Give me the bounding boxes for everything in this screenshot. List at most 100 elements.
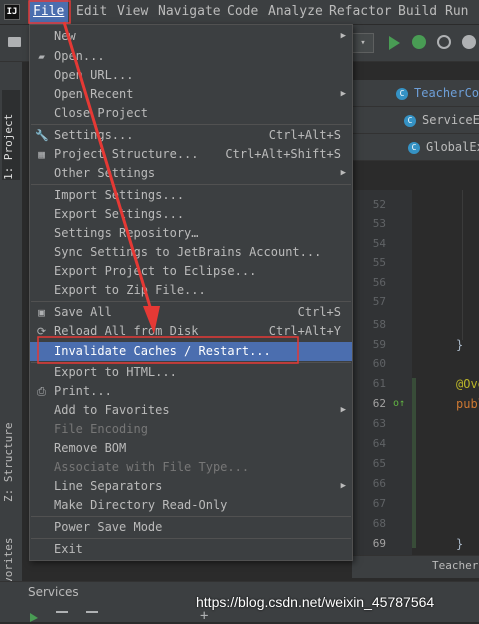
- class-icon: C: [404, 114, 416, 127]
- menu-bar: IJ File Edit View Navigate Code Analyze …: [0, 0, 479, 25]
- line-number: 54: [372, 237, 386, 250]
- menu-item-add-to-favorites[interactable]: Add to Favorites ▶: [30, 401, 352, 420]
- watermark-text: https://blog.csdn.net/weixin_45787564: [196, 594, 435, 610]
- tab-project[interactable]: 1: Project: [2, 90, 20, 180]
- line-number: 66: [372, 477, 386, 490]
- class-icon: C: [408, 141, 420, 154]
- menu-item-line-separators[interactable]: Line Separators ▶: [30, 477, 352, 496]
- menu-refactor[interactable]: Refactor: [325, 0, 396, 24]
- editor-tab-serviceex[interactable]: CServiceEx: [352, 107, 479, 134]
- menu-item-file-encoding: File Encoding: [54, 422, 148, 436]
- tab-structure[interactable]: Z: Structure: [2, 412, 20, 502]
- code-line-69: }: [456, 537, 464, 551]
- menu-item-export-settings[interactable]: Export Settings...: [30, 205, 352, 224]
- menu-item-power-save[interactable]: Power Save Mode: [30, 518, 352, 537]
- menu-view[interactable]: View: [113, 0, 152, 24]
- line-number: 56: [372, 276, 386, 289]
- stop-icon[interactable]: [462, 35, 476, 49]
- editor-tab-globalex[interactable]: C GlobalEx: [352, 134, 479, 161]
- line-number: 61: [372, 377, 386, 390]
- menu-analyze[interactable]: Analyze: [264, 0, 327, 24]
- submenu-arrow-icon: ▶: [340, 405, 346, 415]
- code-area[interactable]: [430, 190, 479, 555]
- menu-item-export-html[interactable]: Export to HTML...: [30, 363, 352, 382]
- breadcrumb-label: Teacher: [432, 559, 479, 572]
- editor-tab-teachercontroller[interactable]: C TeacherCo: [352, 80, 479, 107]
- code-bracket-line: [462, 190, 463, 340]
- line-number: 60: [372, 357, 386, 370]
- menu-code[interactable]: Code: [223, 0, 262, 24]
- menu-separator: [31, 124, 351, 125]
- line-number: 64: [372, 437, 386, 450]
- override-gutter-icon[interactable]: o↑: [393, 398, 405, 409]
- line-number: 69: [372, 537, 386, 550]
- menu-item-open[interactable]: ▰ Open...: [30, 47, 352, 66]
- menu-item-settings-repository[interactable]: Settings Repository…: [30, 224, 352, 243]
- submenu-arrow-icon: ▶: [340, 89, 346, 99]
- menu-item-import-settings[interactable]: Import Settings...: [30, 186, 352, 205]
- menu-separator: [31, 184, 351, 185]
- open-folder-icon[interactable]: [8, 37, 21, 47]
- menu-item-close-project[interactable]: Close Project: [30, 104, 352, 123]
- submenu-arrow-icon: ▶: [340, 168, 346, 178]
- services-collapse-icon[interactable]: [56, 611, 68, 623]
- services-title[interactable]: Services: [28, 585, 79, 599]
- services-add-icon[interactable]: +: [200, 608, 208, 624]
- menu-edit[interactable]: Edit: [72, 0, 111, 24]
- line-number: 62: [372, 397, 386, 410]
- line-number: 57: [372, 295, 386, 308]
- menu-item-save-all[interactable]: ▣ Save All Ctrl+S: [30, 303, 352, 322]
- menu-item-export-to-zip[interactable]: Export to Zip File...: [30, 281, 352, 300]
- menu-run[interactable]: Run: [441, 0, 472, 24]
- editor-breadcrumb[interactable]: Teacher: [352, 555, 479, 578]
- intellij-logo-icon: IJ: [4, 4, 20, 20]
- reload-icon: ⟳: [36, 325, 47, 338]
- code-line-62: publ: [456, 397, 479, 411]
- menu-item-reload-all[interactable]: ⟳ Reload All from Disk Ctrl+Alt+Y: [30, 322, 352, 341]
- line-number: 53: [372, 217, 386, 230]
- menu-item-project-structure[interactable]: ▦ Project Structure... Ctrl+Alt+Shift+S: [30, 145, 352, 164]
- menu-item-new[interactable]: New ▶: [30, 27, 352, 46]
- run-icon[interactable]: [389, 36, 400, 50]
- menu-item-remove-bom[interactable]: Remove BOM: [30, 439, 352, 458]
- menu-item-open-recent[interactable]: Open Recent ▶: [30, 85, 352, 104]
- menu-item-settings[interactable]: 🔧 Settings... Ctrl+Alt+S: [30, 126, 352, 145]
- code-line-61: @Ove: [456, 377, 479, 391]
- debug-icon[interactable]: [412, 35, 426, 49]
- menu-file[interactable]: File: [29, 0, 69, 24]
- menu-item-other-settings[interactable]: Other Settings ▶: [30, 164, 352, 183]
- menu-item-sync-settings[interactable]: Sync Settings to JetBrains Account...: [30, 243, 352, 262]
- menu-item-make-read-only[interactable]: Make Directory Read-Only: [30, 496, 352, 515]
- menu-navigate[interactable]: Navigate: [154, 0, 225, 24]
- line-number: 52: [372, 198, 386, 211]
- line-number: 55: [372, 256, 386, 269]
- coverage-icon[interactable]: [437, 35, 451, 49]
- save-icon: ▣: [38, 306, 45, 319]
- project-structure-icon: ▦: [38, 148, 45, 161]
- line-number: 67: [372, 497, 386, 510]
- menu-build[interactable]: Build: [394, 0, 441, 24]
- submenu-arrow-icon: ▶: [340, 31, 346, 41]
- code-line-59: }: [456, 338, 464, 352]
- line-number: 59: [372, 338, 386, 351]
- submenu-arrow-icon: ▶: [340, 481, 346, 491]
- menu-separator: [31, 301, 351, 302]
- line-number: 63: [372, 417, 386, 430]
- menu-item-invalidate-caches[interactable]: Invalidate Caches / Restart...: [30, 342, 352, 361]
- menu-item-print[interactable]: ⎙ Print...: [30, 382, 352, 401]
- file-menu-dropdown: New ▶ ▰ Open... Open URL... Open Recent ▶ C…: [29, 24, 353, 561]
- line-number: 65: [372, 457, 386, 470]
- left-tool-strip: 1: Project Z: Structure 2: Favorites: [0, 62, 23, 617]
- menu-item-export-to-eclipse[interactable]: Export Project to Eclipse...: [30, 262, 352, 281]
- menu-separator: [31, 538, 351, 539]
- run-config-dropdown[interactable]: ▾: [352, 33, 374, 53]
- class-icon: C: [396, 87, 408, 100]
- folder-icon: ▰: [38, 50, 45, 63]
- print-icon: ⎙: [37, 385, 46, 398]
- change-marker: [412, 378, 416, 548]
- menu-separator: [31, 516, 351, 517]
- menu-item-exit[interactable]: Exit: [30, 540, 352, 559]
- services-expand-icon[interactable]: [86, 611, 98, 623]
- menu-item-open-url[interactable]: Open URL...: [30, 66, 352, 85]
- wrench-icon: 🔧: [35, 129, 49, 142]
